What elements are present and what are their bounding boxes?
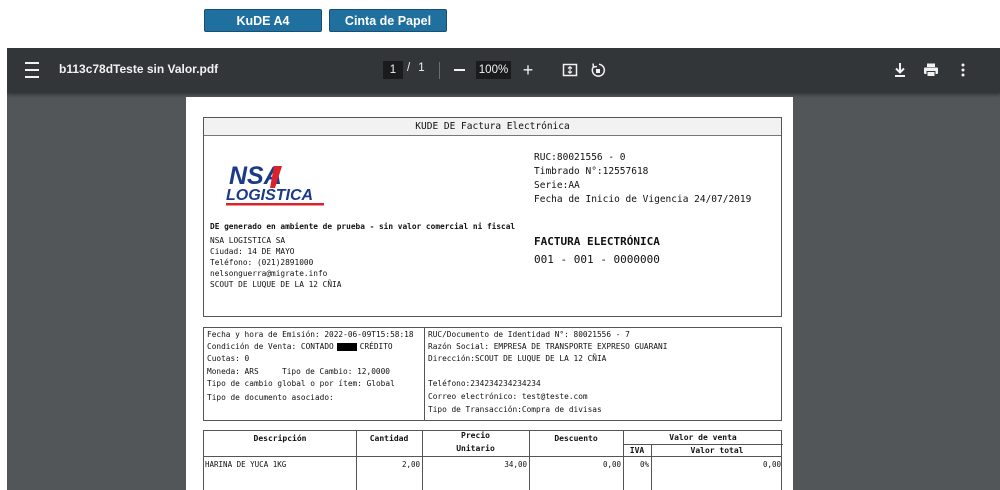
subheader-line (623, 444, 783, 445)
header-descripcion: Descripción (253, 434, 307, 443)
moneda: Moneda: ARS (207, 367, 259, 376)
documento-asociado: Tipo de documento asociado: (207, 393, 334, 402)
header-valor-total: Valor total (690, 446, 744, 455)
info-divider (424, 328, 425, 420)
kude-header: KUDE DE Factura Electrónica NSA LOGISTIC… (203, 117, 782, 317)
serie: Serie:AA (534, 180, 580, 191)
zoom-in-icon[interactable]: + (520, 60, 536, 80)
emisor-nombre: NSA LOGISTICA SA (210, 236, 286, 245)
fecha-emision: Fecha y hora de Emisión: 2022-06-09T15:5… (207, 330, 414, 339)
header-precio: Precio (461, 431, 490, 440)
kude-a4-button[interactable]: KuDE A4 (204, 9, 322, 32)
download-icon[interactable] (891, 61, 909, 79)
condicion-venta: Condición de Venta: CONTADO CRÉDITO (207, 341, 393, 352)
cuotas: Cuotas: 0 (207, 354, 250, 363)
file-name: b113c78dTeste sin Valor.pdf (59, 62, 219, 76)
factura-label: FACTURA ELECTRÓNICA (534, 235, 660, 248)
factura-numero: 001 - 001 - 0000000 (534, 253, 660, 266)
company-logo: NSA LOGISTICA (226, 162, 324, 206)
header-descuento: Descuento (554, 434, 598, 443)
page-count: / 1 (407, 62, 425, 74)
document-title: KUDE DE Factura Electrónica (204, 118, 781, 136)
zoom-level-input[interactable]: 100% (476, 61, 511, 79)
ambiente-prueba-notice: DE generado en ambiente de prueba - sin … (210, 222, 516, 231)
redacted-box (336, 343, 357, 351)
pdf-viewer: b113c78dTeste sin Valor.pdf 1 / 1 100% +… (7, 48, 1000, 490)
fit-to-page-icon[interactable] (561, 61, 579, 79)
print-icon[interactable] (922, 61, 940, 79)
row-iva: 0% (639, 460, 649, 469)
page-number-input[interactable]: 1 (383, 61, 403, 79)
menu-icon[interactable] (23, 62, 41, 78)
emisor-telefono: Teléfono: (021)2891000 (210, 258, 314, 267)
row-valor-total: 0,00 (762, 460, 781, 469)
header-valor-venta: Valor de venta (669, 433, 737, 442)
toolbar-divider (439, 62, 440, 79)
condicion-venta-text: Condición de Venta: CONTADO (207, 342, 334, 351)
total-pages: 1 (418, 62, 425, 74)
pdf-page: KUDE DE Factura Electrónica NSA LOGISTIC… (186, 97, 793, 490)
logo-bottom-text: LOGISTICA (226, 187, 313, 204)
emisor-ciudad: Ciudad: 14 DE MAYO (210, 247, 295, 256)
receptor-direccion: Dirección:SCOUT DE LUQUE DE LA 12 CÑIA (428, 354, 607, 363)
header-iva: IVA (629, 446, 645, 455)
emisor-ruc: RUC:80021556 - 0 (534, 152, 626, 163)
fecha-vigencia: Fecha de Inicio de Vigencia 24/07/2019 (534, 194, 752, 205)
items-table: Descripción Cantidad Precio Unitario Des… (203, 430, 783, 490)
zoom-out-icon[interactable] (451, 61, 467, 79)
tipo-cambio: Tipo de Cambio: 12,0000 (282, 367, 390, 376)
invoice-info: Fecha y hora de Emisión: 2022-06-09T15:5… (203, 327, 782, 421)
cinta-de-papel-button[interactable]: Cinta de Papel (329, 9, 447, 32)
receptor-ruc: RUC/Documento de Identidad N°: 80021556 … (428, 330, 630, 339)
header-unitario: Unitario (456, 444, 495, 453)
rotate-icon[interactable] (589, 61, 607, 79)
tipo-cambio-global: Tipo de cambio global o por ítem: Global (207, 379, 395, 388)
more-options-icon[interactable] (955, 61, 971, 79)
pdf-toolbar: b113c78dTeste sin Valor.pdf 1 / 1 100% + (7, 48, 1000, 93)
receptor-razon-social: Razón Social: EMPRESA DE TRANSPORTE EXPR… (428, 342, 668, 351)
receptor-correo: Correo electrónico: test@teste.com (428, 392, 588, 401)
emisor-direccion: SCOUT DE LUQUE DE LA 12 CÑIA (210, 280, 342, 289)
header-cantidad: Cantidad (369, 434, 409, 443)
tipo-transaccion: Tipo de Transacción:Compra de divisas (428, 405, 602, 414)
row-descripcion: HARINA DE YUCA 1KG (205, 460, 287, 469)
row-descuento: 0,00 (602, 460, 621, 469)
row-precio: 34,00 (504, 460, 527, 469)
row-cantidad: 2,00 (401, 460, 420, 469)
page-separator: / (407, 62, 411, 74)
credito-text: CRÉDITO (359, 342, 393, 351)
receptor-telefono: Teléfono:234234234234234 (428, 379, 541, 388)
emisor-email: nelsonguerra@migrate.info (210, 269, 328, 278)
timbrado: Timbrado N°:12557618 (534, 166, 649, 177)
